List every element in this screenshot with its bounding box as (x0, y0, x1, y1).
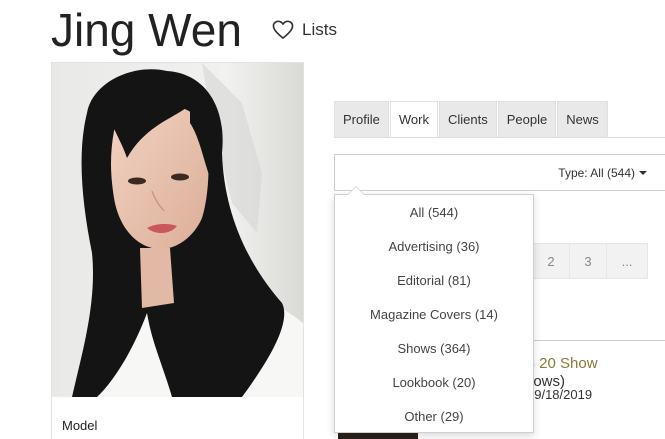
type-filter-select[interactable]: Type: All (544) (558, 166, 647, 180)
tab-profile[interactable]: Profile (334, 101, 389, 138)
profile-card: Model (51, 62, 304, 439)
dropdown-option-magazine-covers[interactable]: Magazine Covers (14) (335, 297, 533, 331)
work-item-date: 09/18/2019 (527, 387, 593, 402)
type-filter-dropdown: All (544) Advertising (36) Editorial (81… (334, 186, 534, 433)
role-label: Model (62, 418, 98, 433)
caret-down-icon (639, 171, 647, 175)
dropdown-option-advertising[interactable]: Advertising (36) (335, 229, 533, 263)
type-filter-label: Type: All (544) (558, 166, 635, 180)
tab-clients[interactable]: Clients (438, 101, 497, 138)
dropdown-option-lookbook[interactable]: Lookbook (20) (335, 365, 533, 399)
dropdown-option-editorial[interactable]: Editorial (81) (335, 263, 533, 297)
add-to-lists-button[interactable]: Lists (272, 20, 337, 40)
dropdown-pointer-fill (348, 187, 364, 195)
lists-label: Lists (302, 20, 337, 39)
page-ellipsis[interactable]: ... (606, 243, 648, 279)
page-title: Jing Wen (51, 4, 242, 56)
tabs-divider (334, 137, 665, 138)
pagination: 2 3 ... (532, 243, 648, 279)
page-2-button[interactable]: 2 (532, 243, 570, 279)
tab-people[interactable]: People (497, 101, 557, 138)
dropdown-option-all[interactable]: All (544) (335, 195, 533, 229)
page-3-button[interactable]: 3 (569, 243, 607, 279)
dropdown-option-other[interactable]: Other (29) (335, 399, 533, 433)
dropdown-option-shows[interactable]: Shows (364) (335, 331, 533, 365)
work-item-title[interactable]: S 20 Show (525, 355, 598, 372)
work-filter-bar: Type: All (544) (334, 154, 665, 191)
heart-icon (272, 20, 294, 39)
profile-photo[interactable] (52, 63, 303, 397)
tab-news[interactable]: News (557, 101, 608, 138)
profile-tabs: Profile Work Clients People News (334, 101, 609, 138)
tab-work[interactable]: Work (389, 101, 438, 138)
